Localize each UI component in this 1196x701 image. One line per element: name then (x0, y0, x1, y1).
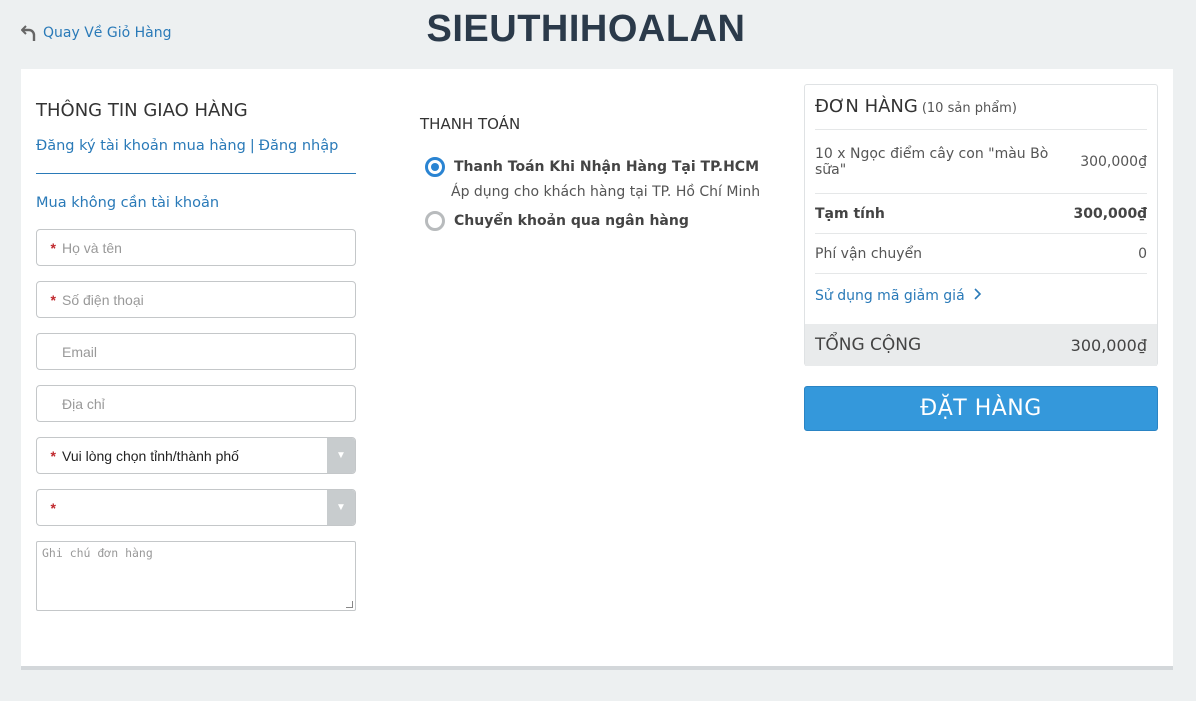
coupon-divider (815, 273, 1147, 274)
site-logo[interactable]: SIEUTHIHOALAN (0, 8, 1172, 51)
required-mark: * (50, 291, 56, 308)
shipping-fee-row: Phí vận chuyển 0 (815, 233, 1147, 273)
required-mark: * (50, 499, 56, 516)
subtotal-value: 300,000₫ (1073, 205, 1147, 222)
register-link[interactable]: Đăng ký tài khoản mua hàng (36, 138, 246, 154)
chevron-down-icon[interactable]: ▼ (327, 490, 355, 525)
order-title: ĐƠN HÀNG (815, 96, 918, 117)
order-line-item: 10 x Ngọc điểm cây con "màu Bò sữa" 300,… (815, 129, 1147, 193)
order-item-price: 300,000₫ (1080, 153, 1147, 170)
total-row: TỔNG CỘNG 300,000₫ (805, 324, 1157, 366)
name-placeholder: Họ và tên (62, 239, 122, 256)
auth-divider (36, 173, 356, 174)
payment-option-cod-desc: Áp dụng cho khách hàng tại TP. Hồ Chí Mi… (451, 184, 761, 200)
auth-separator: | (249, 138, 255, 154)
login-link[interactable]: Đăng nhập (259, 138, 339, 154)
subtotal-row: Tạm tính 300,000₫ (815, 193, 1147, 233)
checkout-card: THÔNG TIN GIAO HÀNG Đăng ký tài khoản mu… (21, 69, 1173, 670)
name-field[interactable]: * Họ và tên (36, 229, 356, 266)
phone-placeholder: Số điện thoại (62, 291, 144, 308)
email-field[interactable]: Email (36, 333, 356, 370)
payment-option-bank[interactable]: Chuyển khoản qua ngân hàng (425, 211, 689, 231)
address-field[interactable]: Địa chỉ (36, 385, 356, 422)
coupon-link[interactable]: Sử dụng mã giảm giá (815, 288, 982, 304)
province-select[interactable]: * Vui lòng chọn tỉnh/thành phố ▼ (36, 437, 356, 474)
order-note-placeholder: Ghi chú đơn hàng (42, 546, 153, 560)
shipping-fee-value: 0 (1138, 245, 1147, 262)
payment-option-cod[interactable]: Thanh Toán Khi Nhận Hàng Tại TP.HCM (425, 157, 759, 177)
total-label: TỔNG CỘNG (815, 335, 922, 355)
subtotal-label: Tạm tính (815, 205, 885, 222)
shipping-fee-label: Phí vận chuyển (815, 245, 923, 262)
required-mark: * (50, 447, 56, 464)
order-item-name: 10 x Ngọc điểm cây con "màu Bò sữa" (815, 145, 1049, 178)
district-select[interactable]: * ▼ (36, 489, 356, 526)
required-mark: * (50, 239, 56, 256)
shipping-title: THÔNG TIN GIAO HÀNG (36, 100, 248, 121)
order-item-count: (10 sản phẩm) (921, 101, 1017, 116)
total-value: 300,000₫ (1070, 335, 1147, 355)
radio-checked-icon[interactable] (425, 157, 445, 177)
resize-handle-icon[interactable] (346, 601, 353, 608)
phone-field[interactable]: * Số điện thoại (36, 281, 356, 318)
address-placeholder: Địa chỉ (62, 395, 105, 412)
email-placeholder: Email (62, 343, 98, 360)
radio-unchecked-icon[interactable] (425, 211, 445, 231)
auth-links: Đăng ký tài khoản mua hàng | Đăng nhập (36, 138, 338, 154)
chevron-down-icon[interactable]: ▼ (327, 438, 355, 473)
place-order-button[interactable]: ĐẶT HÀNG (804, 386, 1158, 431)
guest-checkout-label: Mua không cần tài khoản (36, 195, 220, 211)
order-summary: ĐƠN HÀNG (10 sản phẩm) 10 x Ngọc điểm cây… (804, 84, 1158, 366)
province-selected-value: Vui lòng chọn tỉnh/thành phố (62, 447, 239, 464)
chevron-right-icon (974, 288, 982, 300)
order-note-textarea[interactable]: Ghi chú đơn hàng (36, 541, 356, 611)
payment-option-bank-label: Chuyển khoản qua ngân hàng (454, 213, 689, 229)
coupon-label: Sử dụng mã giảm giá (815, 288, 965, 304)
payment-option-cod-label: Thanh Toán Khi Nhận Hàng Tại TP.HCM (454, 159, 760, 175)
payment-title: THANH TOÁN (420, 115, 521, 133)
order-summary-header: ĐƠN HÀNG (10 sản phẩm) (815, 96, 1017, 117)
